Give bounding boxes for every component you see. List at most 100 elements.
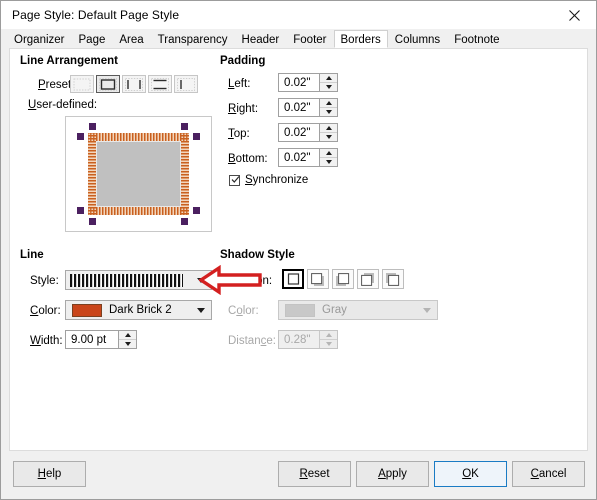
padding-top-field[interactable]: 0.02" <box>278 123 338 142</box>
padding-top-label: Top: <box>228 128 250 140</box>
shadow-top-right-icon <box>361 272 374 286</box>
spin-down-icon <box>320 132 337 141</box>
tab-footer[interactable]: Footer <box>286 30 334 48</box>
shadow-bottom-right-icon <box>311 272 324 286</box>
padding-top-spinner[interactable] <box>319 124 337 141</box>
shadow-bottom-right-button[interactable] <box>307 269 329 289</box>
help-button[interactable]: Help <box>13 461 86 487</box>
shadow-bottom-left-button[interactable] <box>332 269 354 289</box>
spin-down-icon <box>320 107 337 116</box>
tab-page[interactable]: Page <box>71 30 113 48</box>
preset-box-button[interactable] <box>96 75 120 93</box>
shadow-color-value: Gray <box>322 304 347 316</box>
line-color-label: Color: <box>30 305 61 317</box>
preset-no-borders-button[interactable] <box>70 75 94 93</box>
shadow-color-chevron-down-icon[interactable] <box>417 301 437 319</box>
tab-header[interactable]: Header <box>234 30 287 48</box>
window-title: Page Style: Default Page Style <box>12 8 180 22</box>
preset-left-only-button[interactable] <box>174 75 198 93</box>
padding-left-label: Left: <box>228 78 251 90</box>
padding-bottom-value: 0.02" <box>284 151 311 164</box>
line-width-field[interactable]: 9.00 pt <box>65 330 137 349</box>
padding-left-value: 0.02" <box>284 76 311 89</box>
shadow-distance-spinner[interactable] <box>319 331 337 348</box>
preset-top-bottom-button[interactable] <box>148 75 172 93</box>
shadow-color-combo[interactable]: Gray <box>278 300 438 320</box>
shadow-style-title: Shadow Style <box>220 249 295 261</box>
presets-group <box>70 75 198 93</box>
shadow-distance-value: 0.28" <box>284 333 311 346</box>
spin-up-icon <box>320 74 337 82</box>
tab-strip: Organizer Page Area Transparency Header … <box>1 29 596 48</box>
apply-button[interactable]: Apply <box>356 461 429 487</box>
left-right-border-icon <box>125 77 143 91</box>
border-preview <box>66 117 211 231</box>
borders-page: Line Arrangement Presets: User-defined: … <box>9 48 588 451</box>
shadow-distance-field[interactable]: 0.28" <box>278 330 338 349</box>
tab-area[interactable]: Area <box>112 30 151 48</box>
line-color-combo[interactable]: Dark Brick 2 <box>65 300 212 320</box>
shadow-none-icon <box>287 273 299 285</box>
shadow-position-label: Position: <box>228 275 273 287</box>
line-style-preview-icon <box>70 273 183 287</box>
ok-button[interactable]: OK <box>434 461 507 487</box>
line-style-chevron-down-icon[interactable] <box>191 271 211 289</box>
reset-button[interactable]: Reset <box>278 461 351 487</box>
shadow-color-swatch <box>285 303 315 317</box>
shadow-color-label: Color: <box>228 305 259 317</box>
no-borders-icon <box>73 78 91 90</box>
padding-right-value: 0.02" <box>284 101 311 114</box>
tab-footnote[interactable]: Footnote <box>447 30 507 48</box>
shadow-none-button[interactable] <box>282 269 304 289</box>
page-style-dialog: Page Style: Default Page Style Organizer… <box>0 0 597 500</box>
padding-bottom-label: Bottom: <box>228 153 268 165</box>
line-width-label: Width: <box>30 335 63 347</box>
shadow-bottom-left-icon <box>336 272 350 286</box>
line-color-value: Dark Brick 2 <box>109 304 172 316</box>
padding-bottom-field[interactable]: 0.02" <box>278 148 338 167</box>
box-border-icon <box>99 77 117 91</box>
spin-up-icon <box>320 331 337 339</box>
line-arrangement-title: Line Arrangement <box>20 55 118 67</box>
line-style-label: Style: <box>30 275 59 287</box>
check-icon <box>231 176 240 183</box>
spin-down-icon <box>320 82 337 91</box>
title-bar: Page Style: Default Page Style <box>1 1 596 29</box>
padding-right-spinner[interactable] <box>319 99 337 116</box>
line-color-swatch <box>72 303 102 317</box>
tab-transparency[interactable]: Transparency <box>150 30 235 48</box>
synchronize-label: Synchronize <box>245 174 309 186</box>
shadow-top-left-icon <box>386 272 400 286</box>
left-border-icon <box>177 77 195 91</box>
tab-columns[interactable]: Columns <box>387 30 448 48</box>
line-style-combo[interactable] <box>65 270 212 290</box>
padding-right-field[interactable]: 0.02" <box>278 98 338 117</box>
preset-left-right-button[interactable] <box>122 75 146 93</box>
spin-up-icon <box>320 124 337 132</box>
line-color-chevron-down-icon[interactable] <box>191 301 211 319</box>
close-icon[interactable] <box>552 1 596 29</box>
padding-bottom-spinner[interactable] <box>319 149 337 166</box>
userdefined-label: User-defined: <box>28 99 98 111</box>
tab-organizer[interactable]: Organizer <box>7 30 72 48</box>
close-glyph <box>568 9 580 21</box>
line-title: Line <box>20 249 44 261</box>
dialog-button-bar: Help Reset Apply OK Cancel <box>1 451 596 499</box>
tab-borders[interactable]: Borders <box>333 30 388 48</box>
spin-up-icon <box>320 99 337 107</box>
spin-down-icon <box>320 157 337 166</box>
shadow-top-right-button[interactable] <box>357 269 379 289</box>
padding-left-field[interactable]: 0.02" <box>278 73 338 92</box>
padding-left-spinner[interactable] <box>319 74 337 91</box>
cancel-button[interactable]: Cancel <box>512 461 585 487</box>
padding-title: Padding <box>220 55 266 67</box>
synchronize-checkbox[interactable] <box>229 175 240 186</box>
padding-right-label: Right: <box>228 103 259 115</box>
spin-down-icon <box>119 339 136 348</box>
line-width-spinner[interactable] <box>118 331 136 348</box>
spin-down-icon <box>320 339 337 348</box>
shadow-top-left-button[interactable] <box>382 269 404 289</box>
spin-up-icon <box>320 149 337 157</box>
padding-top-value: 0.02" <box>284 126 311 139</box>
user-defined-border-editor[interactable] <box>65 116 212 232</box>
